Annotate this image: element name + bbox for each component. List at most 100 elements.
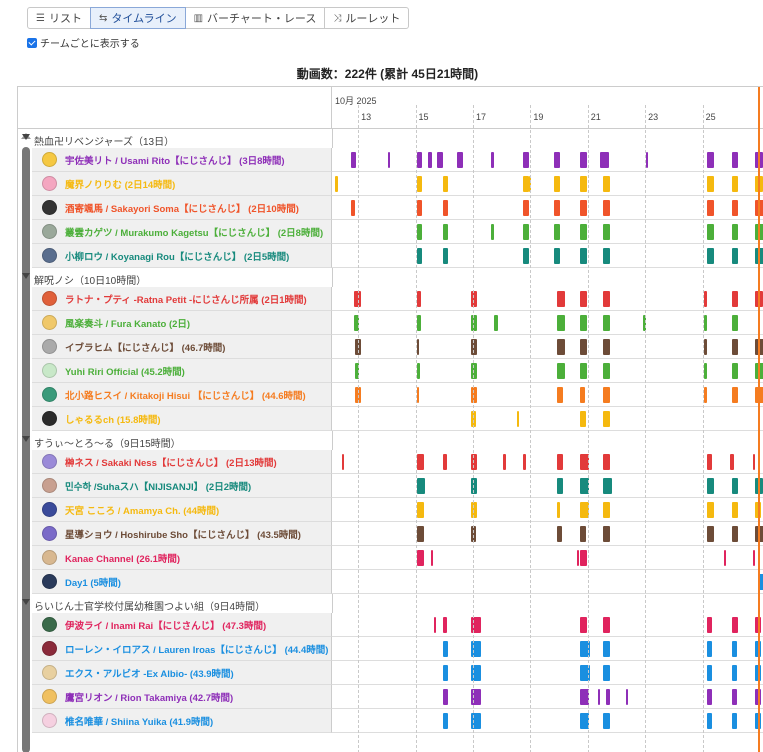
stream-bar[interactable] <box>646 152 649 168</box>
stream-bar[interactable] <box>491 152 495 168</box>
stream-bar[interactable] <box>755 176 763 192</box>
member-label-cell[interactable]: イブラヒム【にじさんじ】 (46.7時間) <box>32 335 332 359</box>
member-label-cell[interactable]: 天宮 こころ / Amamya Ch. (44時間) <box>32 498 332 522</box>
stream-bar[interactable] <box>354 387 361 403</box>
stream-bar[interactable] <box>442 617 447 633</box>
stream-bar[interactable] <box>522 248 529 264</box>
stream-bar[interactable] <box>350 200 355 216</box>
stream-bar[interactable] <box>706 502 714 518</box>
collapse-triangle-icon[interactable] <box>22 436 30 442</box>
stream-bar[interactable] <box>416 387 419 403</box>
stream-bar[interactable] <box>603 363 611 379</box>
stream-bar[interactable] <box>557 387 564 403</box>
stream-bar[interactable] <box>732 526 739 542</box>
stream-bar[interactable] <box>580 387 585 403</box>
stream-bar[interactable] <box>471 713 482 729</box>
stream-bar[interactable] <box>580 641 591 657</box>
collapse-triangle-icon[interactable] <box>22 134 30 140</box>
stream-bar[interactable] <box>732 152 739 168</box>
stream-bar[interactable] <box>494 315 499 331</box>
stream-bar[interactable] <box>554 152 561 168</box>
stream-bar[interactable] <box>580 339 588 355</box>
stream-bar[interactable] <box>334 176 338 192</box>
stream-bar[interactable] <box>416 176 423 192</box>
stream-bar[interactable] <box>752 550 755 566</box>
stream-bar[interactable] <box>755 339 763 355</box>
stream-bar[interactable] <box>755 478 763 494</box>
stream-bar[interactable] <box>522 200 529 216</box>
stream-bar[interactable] <box>755 713 762 729</box>
stream-bar[interactable] <box>471 478 477 494</box>
stream-bar[interactable] <box>603 617 611 633</box>
stream-bar[interactable] <box>428 152 432 168</box>
stream-bar[interactable] <box>580 315 588 331</box>
stream-bar[interactable] <box>706 617 713 633</box>
stream-bar[interactable] <box>580 502 589 518</box>
stream-bar[interactable] <box>517 411 520 427</box>
stream-bar[interactable] <box>597 689 601 705</box>
team-group-header[interactable]: 熱血卍リベンジャーズ（13日） <box>18 129 763 148</box>
stream-bar[interactable] <box>580 478 589 494</box>
stream-bar[interactable] <box>755 291 763 307</box>
stream-bar[interactable] <box>755 689 762 705</box>
stream-bar[interactable] <box>703 339 707 355</box>
stream-bar[interactable] <box>580 689 589 705</box>
member-label-cell[interactable]: Yuhi Riri Official (45.2時間) <box>32 359 332 383</box>
stream-bar[interactable] <box>471 315 477 331</box>
member-label-cell[interactable]: 北小路ヒスイ / Kitakoji Hisui 【にじさんじ】 (44.6時間) <box>32 383 332 407</box>
stream-bar[interactable] <box>752 454 756 470</box>
stream-bar[interactable] <box>557 291 565 307</box>
stream-bar[interactable] <box>606 689 611 705</box>
stream-bar[interactable] <box>758 574 763 590</box>
member-label-cell[interactable]: 小柳ロウ / Koyanagi Rou【にじさんじ】 (2日5時間) <box>32 244 332 268</box>
stream-bar[interactable] <box>706 152 714 168</box>
stream-bar[interactable] <box>416 291 421 307</box>
stream-bar[interactable] <box>603 478 612 494</box>
stream-bar[interactable] <box>442 200 449 216</box>
stream-bar[interactable] <box>416 502 424 518</box>
stream-bar[interactable] <box>580 224 588 240</box>
member-label-cell[interactable]: 민수하 /Suhaスハ【NIJISANJI】 (2日2時間) <box>32 474 332 498</box>
stream-bar[interactable] <box>603 526 611 542</box>
stream-bar[interactable] <box>442 176 449 192</box>
stream-bar[interactable] <box>491 224 495 240</box>
stream-bar[interactable] <box>577 550 580 566</box>
stream-bar[interactable] <box>755 200 763 216</box>
stream-bar[interactable] <box>706 478 714 494</box>
stream-bar[interactable] <box>580 526 587 542</box>
member-label-cell[interactable]: 風楽奏斗 / Fura Kanato (2日) <box>32 311 332 335</box>
stream-bar[interactable] <box>471 617 482 633</box>
stream-bar[interactable] <box>580 152 588 168</box>
stream-bar[interactable] <box>706 454 713 470</box>
collapse-triangle-icon[interactable] <box>22 599 30 605</box>
stream-bar[interactable] <box>732 315 739 331</box>
stream-bar[interactable] <box>732 713 737 729</box>
stream-bar[interactable] <box>732 641 737 657</box>
stream-bar[interactable] <box>755 248 763 264</box>
stream-bar[interactable] <box>732 200 739 216</box>
member-label-cell[interactable]: 椎名唯華 / Shiina Yuika (41.9時間) <box>32 709 332 733</box>
stream-bar[interactable] <box>603 411 611 427</box>
stream-bar[interactable] <box>471 454 477 470</box>
stream-bar[interactable] <box>350 152 357 168</box>
stream-bar[interactable] <box>433 617 437 633</box>
stream-bar[interactable] <box>354 363 360 379</box>
stream-bar[interactable] <box>755 665 762 681</box>
stream-bar[interactable] <box>732 339 739 355</box>
tab-shuffle[interactable]: ⤨ ルーレット <box>324 7 410 29</box>
member-label-cell[interactable]: 魔界ノりりむ (2日14時間) <box>32 172 332 196</box>
stream-bar[interactable] <box>732 176 739 192</box>
stream-bar[interactable] <box>442 224 449 240</box>
stream-bar[interactable] <box>522 152 529 168</box>
stream-bar[interactable] <box>353 315 360 331</box>
stream-bar[interactable] <box>703 387 707 403</box>
stream-bar[interactable] <box>732 478 739 494</box>
stream-bar[interactable] <box>732 363 739 379</box>
stream-bar[interactable] <box>706 641 713 657</box>
stream-bar[interactable] <box>755 387 763 403</box>
team-group-header[interactable]: 解呪ノシ（10日10時間） <box>18 268 763 287</box>
team-toggle[interactable]: チームごとに表示する <box>27 35 140 50</box>
member-label-cell[interactable]: Kanae Channel (26.1時間) <box>32 546 332 570</box>
stream-bar[interactable] <box>703 291 707 307</box>
member-label-cell[interactable]: エクス・アルビオ -Ex Albio- (43.9時間) <box>32 661 332 685</box>
